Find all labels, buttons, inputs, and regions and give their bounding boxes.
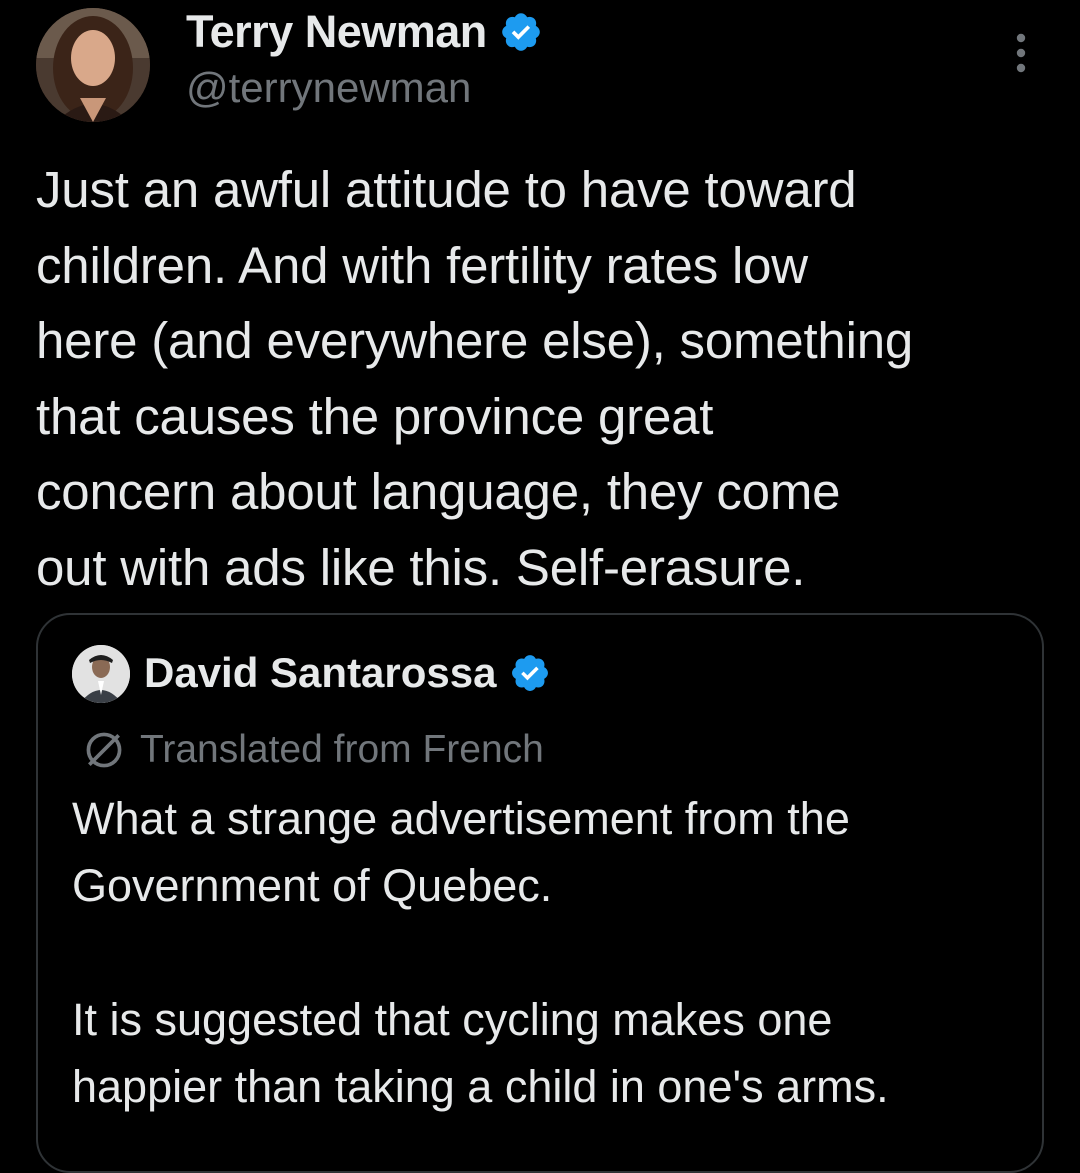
verified-badge-icon (511, 655, 548, 691)
author-avatar[interactable] (36, 8, 150, 122)
quote-author-display-name[interactable]: David Santarossa (144, 647, 551, 699)
translation-indicator: Translated from French (82, 725, 544, 775)
author-name-text[interactable]: Terry Newman (186, 6, 487, 58)
more-vertical-icon (1016, 33, 1026, 73)
quote-author-avatar-image (72, 645, 130, 703)
author-display-name[interactable]: Terry Newman (186, 6, 543, 58)
quote-author-avatar[interactable] (72, 645, 130, 703)
author-handle[interactable]: @terrynewman (186, 62, 471, 114)
translate-globe-icon (86, 732, 122, 768)
quote-author-name-text[interactable]: David Santarossa (144, 647, 497, 699)
author-avatar-image (36, 8, 150, 122)
quoted-tweet-card[interactable]: David Santarossa Translated from French … (36, 613, 1044, 1173)
translation-label: Translated from French (140, 728, 544, 771)
quote-text: What a strange advertisement from the Go… (72, 793, 889, 1112)
verified-badge-icon (502, 13, 540, 51)
more-options-button[interactable] (1006, 30, 1036, 76)
tweet-text: Just an awful attitude to have toward ch… (36, 161, 914, 596)
